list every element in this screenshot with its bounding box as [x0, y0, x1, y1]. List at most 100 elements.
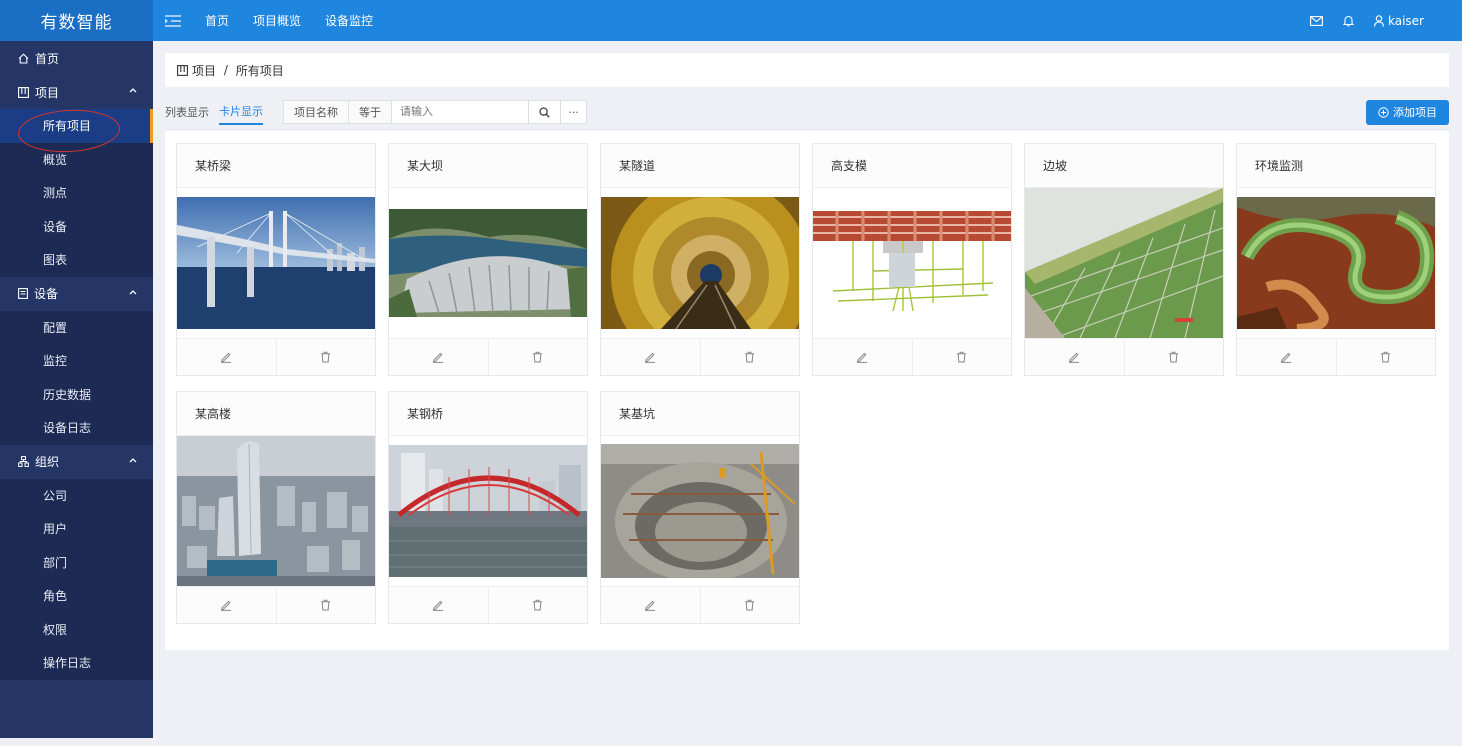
menu-fold-icon[interactable] [165, 14, 183, 28]
plus-circle-icon [1378, 106, 1389, 118]
sidebar-item-label: 监控 [43, 354, 68, 369]
sidebar-item-devices[interactable]: 设备 [0, 210, 153, 244]
sidebar-item-charts[interactable]: 图表 [0, 243, 153, 277]
project-card[interactable]: 某基坑 [600, 391, 800, 624]
breadcrumb-current: 所有项目 [235, 63, 284, 78]
sidebar-item-label: 公司 [43, 488, 68, 503]
bell-icon[interactable] [1343, 15, 1354, 27]
chevron-up-icon [129, 289, 137, 294]
topnav-home[interactable]: 首页 [205, 12, 229, 29]
card-actions [601, 586, 799, 623]
add-project-button[interactable]: 添加项目 [1366, 99, 1449, 125]
sidebar-group-project[interactable]: 项目 [0, 75, 153, 109]
sidebar-item-measure-points[interactable]: 测点 [0, 176, 153, 210]
delete-button[interactable] [699, 339, 800, 375]
project-image-environment [1237, 197, 1435, 334]
toolbar: 列表显示 卡片显示 项目名称 等于 ··· 添加项目 [165, 99, 1449, 125]
project-image-foundation-pit [601, 444, 799, 582]
sidebar-item-config[interactable]: 配置 [0, 311, 153, 345]
sidebar-item-label: 概览 [43, 152, 68, 167]
sidebar-item-label: 设备日志 [43, 421, 92, 436]
sidebar-item-label: 测点 [43, 186, 68, 201]
topnav-project-overview[interactable]: 项目概览 [253, 12, 301, 29]
project-card[interactable]: 环境监测 [1236, 143, 1436, 376]
delete-button[interactable] [275, 339, 376, 375]
delete-button[interactable] [275, 587, 376, 623]
sidebar-item-departments[interactable]: 部门 [0, 546, 153, 580]
project-image-slope [1024, 188, 1224, 339]
tab-card-view[interactable]: 卡片显示 [219, 99, 263, 125]
sidebar-item-monitor[interactable]: 监控 [0, 344, 153, 378]
topnav-device-monitor[interactable]: 设备监控 [325, 12, 373, 29]
project-card[interactable]: 某隧道 [600, 143, 811, 376]
sidebar-group-label: 项目 [35, 85, 60, 100]
sidebar-item-company[interactable]: 公司 [0, 479, 153, 513]
search-operator-select[interactable]: 等于 [349, 101, 392, 123]
delete-button[interactable] [1123, 339, 1224, 375]
card-title: 环境监测 [1237, 144, 1435, 188]
sidebar-item-roles[interactable]: 角色 [0, 579, 153, 613]
sidebar-item-permissions[interactable]: 权限 [0, 613, 153, 647]
more-button[interactable]: ··· [560, 101, 586, 123]
user-name: kaiser [1388, 13, 1424, 28]
edit-icon [645, 352, 656, 363]
project-card[interactable]: 边坡 [1024, 143, 1224, 376]
project-card[interactable]: 某桥梁 [176, 143, 376, 376]
edit-button[interactable] [601, 587, 700, 623]
brand-logo[interactable]: 有数智能 [0, 0, 153, 41]
project-image-highrise [177, 436, 375, 586]
project-card[interactable]: 高支模 [812, 143, 1012, 376]
search-field-select[interactable]: 项目名称 [284, 101, 349, 123]
project-card[interactable]: 某钢桥 [388, 391, 588, 624]
sidebar-group-device[interactable]: 设备 [0, 277, 153, 311]
org-icon [18, 456, 29, 467]
sidebar-item-label: 配置 [43, 320, 68, 335]
sidebar-group-org[interactable]: 组织 [0, 445, 153, 479]
delete-button[interactable] [1335, 339, 1436, 375]
delete-button[interactable] [699, 587, 800, 623]
edit-button[interactable] [813, 339, 912, 375]
edit-button[interactable] [1025, 339, 1124, 375]
card-title: 某隧道 [601, 144, 799, 188]
sidebar-item-history[interactable]: 历史数据 [0, 378, 153, 412]
delete-button[interactable] [487, 339, 588, 375]
trash-icon [1169, 351, 1179, 363]
sidebar-item-label: 历史数据 [43, 387, 92, 402]
project-card[interactable]: 某高楼 [176, 391, 376, 624]
edit-button[interactable] [1237, 339, 1336, 375]
edit-icon [433, 600, 444, 611]
card-actions [813, 338, 1011, 375]
card-title: 某桥梁 [177, 144, 375, 188]
mail-icon[interactable] [1310, 15, 1323, 26]
sidebar-item-operation-log[interactable]: 操作日志 [0, 646, 153, 680]
delete-button[interactable] [487, 587, 588, 623]
sidebar-item-label: 操作日志 [43, 656, 92, 671]
delete-button[interactable] [911, 339, 1012, 375]
user-menu[interactable]: kaiser [1374, 14, 1424, 28]
sidebar-item-label: 角色 [43, 589, 68, 604]
search-input[interactable] [392, 101, 528, 123]
breadcrumb-parent[interactable]: 项目 [192, 62, 216, 79]
edit-button[interactable] [389, 339, 488, 375]
sidebar-item-device-log[interactable]: 设备日志 [0, 411, 153, 445]
card-actions [177, 338, 375, 375]
trash-icon [321, 351, 331, 363]
project-card[interactable]: 某大坝 [388, 143, 588, 376]
project-image-formwork [813, 211, 1011, 315]
sidebar-item-users[interactable]: 用户 [0, 512, 153, 546]
add-project-label: 添加项目 [1393, 106, 1437, 119]
edit-button[interactable] [601, 339, 700, 375]
tab-list-view[interactable]: 列表显示 [165, 100, 209, 124]
sidebar-item-label: 权限 [43, 622, 68, 637]
sidebar-item-home[interactable]: 首页 [0, 41, 153, 75]
trash-icon [745, 599, 755, 611]
device-icon [18, 288, 28, 299]
breadcrumb: 项目 / 所有项目 [165, 53, 1449, 87]
search-button[interactable] [528, 101, 560, 123]
edit-button[interactable] [389, 587, 488, 623]
edit-button[interactable] [177, 339, 276, 375]
chevron-up-icon [129, 88, 137, 93]
edit-button[interactable] [177, 587, 276, 623]
project-image-steel-bridge [389, 445, 587, 577]
sidebar-item-all-projects[interactable]: 所有项目 [0, 107, 153, 155]
